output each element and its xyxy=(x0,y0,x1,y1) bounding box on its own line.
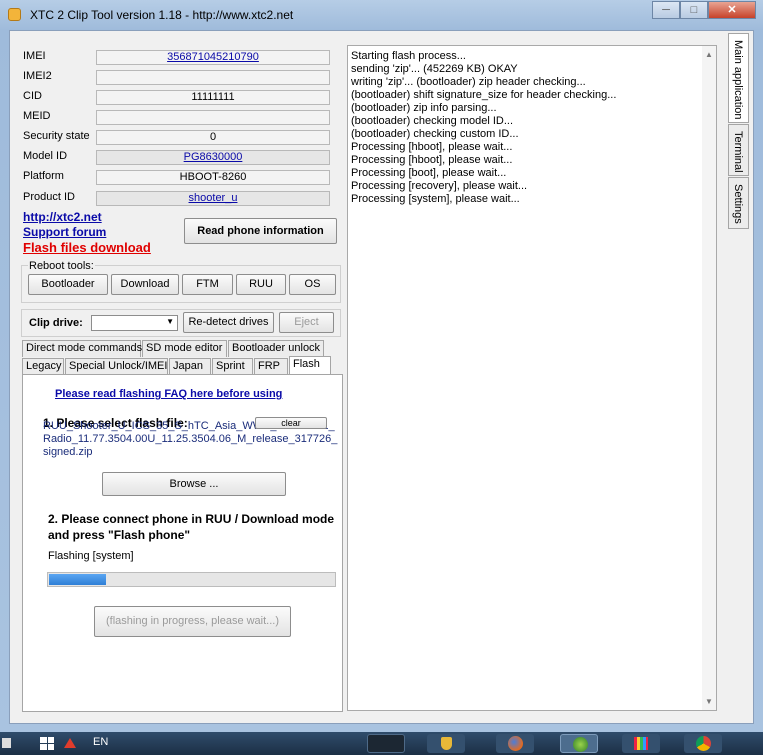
support-forum-link[interactable]: Support forum xyxy=(23,225,106,239)
platform-label: Platform xyxy=(23,170,64,182)
chevron-down-icon: ▼ xyxy=(166,317,174,326)
imei-field[interactable]: 356871045210790 xyxy=(96,50,330,65)
log-line: Starting flash process... xyxy=(351,50,466,62)
log-line: Processing [hboot], please wait... xyxy=(351,154,513,166)
tab-frp[interactable]: FRP xyxy=(254,358,288,375)
clear-file-button[interactable]: clear xyxy=(255,417,327,429)
tab-settings-side[interactable]: Settings xyxy=(728,177,749,229)
log-line: sending 'zip'... (452269 KB) OKAY xyxy=(351,63,518,75)
log-line: (bootloader) checking model ID... xyxy=(351,115,514,127)
close-button[interactable]: ✕ xyxy=(708,1,756,19)
windows-start-icon[interactable] xyxy=(40,737,54,750)
model-id-field[interactable]: PG8630000 xyxy=(96,150,330,165)
log-line: (bootloader) shift signature_size for he… xyxy=(351,89,617,101)
taskbar-shield-icon[interactable] xyxy=(427,734,465,753)
taskbar: EN xyxy=(0,732,763,755)
step2-label: 2. Please connect phone in RUU / Downloa… xyxy=(48,512,335,542)
internet-download-manager-icon[interactable] xyxy=(560,734,598,753)
maximize-button[interactable]: □ xyxy=(680,1,708,19)
tab-legacy[interactable]: Legacy xyxy=(22,358,64,375)
flashing-faq-link[interactable]: Please read flashing FAQ here before usi… xyxy=(55,388,282,400)
imei-label: IMEI xyxy=(23,50,46,62)
log-line: (bootloader) zip info parsing... xyxy=(351,102,497,114)
flash-progress-fill xyxy=(49,574,106,585)
product-id-label: Product ID xyxy=(23,191,75,203)
redetect-drives-button[interactable]: Re-detect drives xyxy=(183,312,274,333)
cid-field[interactable]: 11111111 xyxy=(96,90,330,105)
reboot-os-button[interactable]: OS xyxy=(289,274,336,295)
cid-label: CID xyxy=(23,90,42,102)
app-icon xyxy=(8,8,21,21)
taskbar-edge-icon[interactable] xyxy=(2,738,11,748)
site-link[interactable]: http://xtc2.net xyxy=(23,210,102,224)
firefox-icon[interactable] xyxy=(496,734,534,753)
title-bar[interactable]: XTC 2 Clip Tool version 1.18 - http://ww… xyxy=(0,0,763,30)
log-line: Processing [system], please wait... xyxy=(351,193,520,205)
browse-button[interactable]: Browse ... xyxy=(102,472,286,496)
warning-icon[interactable] xyxy=(64,738,76,748)
scroll-up-icon[interactable]: ▲ xyxy=(705,50,713,59)
tab-direct-mode-commands[interactable]: Direct mode commands xyxy=(22,340,142,357)
flash-status-text: Flashing [system] xyxy=(48,550,134,562)
tab-terminal[interactable]: Terminal xyxy=(728,124,749,176)
minimize-button[interactable]: ─ xyxy=(652,1,680,19)
language-indicator[interactable]: EN xyxy=(93,736,108,748)
reboot-bootloader-button[interactable]: Bootloader xyxy=(28,274,108,295)
tab-bootloader-unlock[interactable]: Bootloader unlock xyxy=(228,340,324,357)
reboot-ruu-button[interactable]: RUU xyxy=(236,274,286,295)
product-id-value[interactable]: shooter_u xyxy=(189,192,238,204)
reboot-download-button[interactable]: Download xyxy=(111,274,179,295)
platform-field[interactable]: HBOOT-8260 xyxy=(96,170,330,185)
chrome-icon[interactable] xyxy=(684,734,722,753)
flash-panel: Please read flashing FAQ here before usi… xyxy=(22,374,343,712)
model-id-label: Model ID xyxy=(23,150,68,162)
tab-main-application-label: Main application xyxy=(732,40,744,120)
tab-japan[interactable]: Japan xyxy=(169,358,211,375)
log-line: Processing [hboot], please wait... xyxy=(351,141,513,153)
tab-sprint[interactable]: Sprint xyxy=(212,358,253,375)
tab-special-unlock-imei[interactable]: Special Unlock/IMEI xyxy=(65,358,168,375)
flash-phone-button[interactable]: (flashing in progress, please wait...) xyxy=(94,606,291,637)
tab-flash[interactable]: Flash xyxy=(289,356,331,375)
imei2-field[interactable] xyxy=(96,70,330,85)
grid-app-icon[interactable] xyxy=(622,734,660,753)
meid-field[interactable] xyxy=(96,110,330,125)
imei-value[interactable]: 356871045210790 xyxy=(167,51,259,63)
imei2-label: IMEI2 xyxy=(23,70,52,82)
security-state-field[interactable]: 0 xyxy=(96,130,330,145)
log-line: writing 'zip'... (bootloader) zip header… xyxy=(351,76,586,88)
reboot-ftm-button[interactable]: FTM xyxy=(182,274,233,295)
app-window: XTC 2 Clip Tool version 1.18 - http://ww… xyxy=(0,0,763,732)
tab-sd-mode-editor[interactable]: SD mode editor xyxy=(142,340,227,357)
client-area: IMEI 356871045210790 IMEI2 CID 11111111 … xyxy=(9,30,754,724)
reboot-tools-label: Reboot tools: xyxy=(28,260,95,272)
product-id-field[interactable]: shooter_u xyxy=(96,191,330,206)
tab-main-application[interactable]: Main application xyxy=(728,33,749,123)
log-line: Processing [boot], please wait... xyxy=(351,167,507,179)
model-id-value[interactable]: PG8630000 xyxy=(184,151,243,163)
meid-label: MEID xyxy=(23,110,51,122)
log-line: Processing [recovery], please wait... xyxy=(351,180,528,192)
log-line: (bootloader) checking custom ID... xyxy=(351,128,519,140)
tab-terminal-label: Terminal xyxy=(732,131,744,173)
eject-button[interactable]: Eject xyxy=(279,312,334,333)
tab-settings-label: Settings xyxy=(732,184,744,224)
read-phone-info-button[interactable]: Read phone information xyxy=(184,218,337,244)
log-output[interactable]: Starting flash process... sending 'zip'..… xyxy=(347,45,717,711)
flash-progress-bar xyxy=(47,572,336,587)
window-title: XTC 2 Clip Tool version 1.18 - http://ww… xyxy=(30,8,294,22)
scroll-down-icon[interactable]: ▼ xyxy=(705,697,713,706)
security-state-label: Security state xyxy=(23,130,90,142)
taskbar-app-bst-icon[interactable] xyxy=(367,734,405,753)
flash-files-download-link[interactable]: Flash files download xyxy=(23,240,151,255)
clip-drive-label: Clip drive: xyxy=(29,317,83,329)
log-scrollbar[interactable]: ▲ ▼ xyxy=(702,46,716,710)
clip-drive-select[interactable]: ▼ xyxy=(91,315,178,331)
